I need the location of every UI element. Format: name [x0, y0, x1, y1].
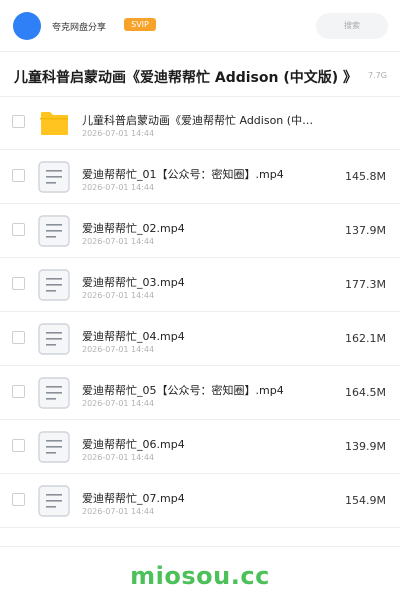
file-name: 爱迪帮帮忙_07.mp4 — [82, 492, 185, 505]
file-date: 2026-07-01 14:44 — [82, 453, 155, 462]
document-icon — [38, 485, 70, 517]
file-date: 2026-07-01 14:44 — [82, 399, 155, 408]
row-checkbox[interactable] — [12, 439, 25, 452]
document-icon — [38, 377, 70, 409]
list-item-file[interactable]: 爱迪帮帮忙_07.mp4 2026-07-01 14:44 154.9M — [0, 474, 400, 528]
file-list: 儿童科普启蒙动画《爱迪帮帮忙 Addison (中… 2026-07-01 14… — [0, 96, 400, 528]
file-name: 爱迪帮帮忙_04.mp4 — [82, 330, 185, 343]
list-item-file[interactable]: 爱迪帮帮忙_06.mp4 2026-07-01 14:44 139.9M — [0, 420, 400, 474]
file-size: 145.8M — [345, 170, 386, 183]
search-input[interactable]: 搜索 — [316, 13, 388, 39]
file-size: 177.3M — [345, 278, 386, 291]
file-name: 儿童科普启蒙动画《爱迪帮帮忙 Addison (中… — [82, 114, 314, 127]
folder-icon — [38, 107, 70, 139]
total-size: 7.7G — [368, 71, 387, 80]
divider — [0, 546, 400, 547]
header-bar: 夸克网盘分享 SVIP 搜索 — [0, 0, 400, 52]
file-name: 爱迪帮帮忙_01【公众号：密知圈】.mp4 — [82, 168, 284, 181]
row-checkbox[interactable] — [12, 385, 25, 398]
document-icon — [38, 269, 70, 301]
file-date: 2026-07-01 14:44 — [82, 237, 155, 246]
row-checkbox[interactable] — [12, 115, 25, 128]
file-date: 2026-07-01 14:44 — [82, 507, 155, 516]
row-checkbox[interactable] — [12, 169, 25, 182]
document-icon — [38, 431, 70, 463]
list-item-file[interactable]: 爱迪帮帮忙_01【公众号：密知圈】.mp4 2026-07-01 14:44 1… — [0, 150, 400, 204]
file-name: 爱迪帮帮忙_02.mp4 — [82, 222, 185, 235]
file-size: 162.1M — [345, 332, 386, 345]
folder-title-bar: 儿童科普启蒙动画《爱迪帮帮忙 Addison (中文版) 》 7.7G — [0, 53, 400, 97]
list-item-file[interactable]: 爱迪帮帮忙_03.mp4 2026-07-01 14:44 177.3M — [0, 258, 400, 312]
document-icon — [38, 215, 70, 247]
document-icon — [38, 161, 70, 193]
folder-title: 儿童科普启蒙动画《爱迪帮帮忙 Addison (中文版) 》 — [14, 70, 358, 86]
row-checkbox[interactable] — [12, 223, 25, 236]
list-item-file[interactable]: 爱迪帮帮忙_02.mp4 2026-07-01 14:44 137.9M — [0, 204, 400, 258]
file-size: 154.9M — [345, 494, 386, 507]
user-name: 夸克网盘分享 — [52, 23, 107, 33]
file-size: 139.9M — [345, 440, 386, 453]
file-date: 2026-07-01 14:44 — [82, 345, 155, 354]
list-item-file[interactable]: 爱迪帮帮忙_04.mp4 2026-07-01 14:44 162.1M — [0, 312, 400, 366]
avatar[interactable] — [13, 12, 41, 40]
list-item-folder[interactable]: 儿童科普启蒙动画《爱迪帮帮忙 Addison (中… 2026-07-01 14… — [0, 96, 400, 150]
document-icon — [38, 323, 70, 355]
file-size: 137.9M — [345, 224, 386, 237]
list-item-file[interactable]: 爱迪帮帮忙_05【公众号：密知圈】.mp4 2026-07-01 14:44 1… — [0, 366, 400, 420]
file-name: 爱迪帮帮忙_06.mp4 — [82, 438, 185, 451]
watermark: miosou.cc — [130, 562, 270, 590]
row-checkbox[interactable] — [12, 331, 25, 344]
file-size: 164.5M — [345, 386, 386, 399]
svip-badge: SVIP — [124, 18, 156, 31]
file-name: 爱迪帮帮忙_03.mp4 — [82, 276, 185, 289]
file-date: 2026-07-01 14:44 — [82, 129, 155, 138]
file-name: 爱迪帮帮忙_05【公众号：密知圈】.mp4 — [82, 384, 284, 397]
file-date: 2026-07-01 14:44 — [82, 183, 155, 192]
row-checkbox[interactable] — [12, 277, 25, 290]
row-checkbox[interactable] — [12, 493, 25, 506]
file-date: 2026-07-01 14:44 — [82, 291, 155, 300]
